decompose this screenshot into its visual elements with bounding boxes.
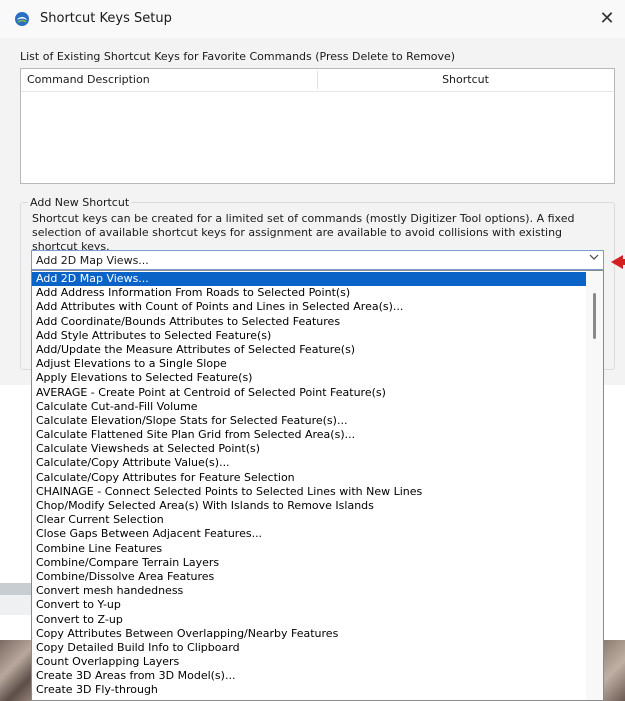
- dropdown-option[interactable]: Close Gaps Between Adjacent Features...: [32, 527, 586, 541]
- dropdown-option[interactable]: Add Coordinate/Bounds Attributes to Sele…: [32, 315, 586, 329]
- dropdown-option[interactable]: Combine/Compare Terrain Layers: [32, 556, 586, 570]
- window-title: Shortcut Keys Setup: [40, 11, 172, 26]
- dropdown-option[interactable]: Count Overlapping Layers: [32, 655, 586, 669]
- dropdown-option[interactable]: Add Address Information From Roads to Se…: [32, 286, 586, 300]
- dropdown-option[interactable]: Copy Attributes Between Overlapping/Near…: [32, 627, 586, 641]
- dropdown-option[interactable]: Add Attributes with Count of Points and …: [32, 300, 586, 314]
- column-header-shortcut[interactable]: Shortcut: [317, 73, 614, 86]
- dropdown-option[interactable]: Calculate Cut-and-Fill Volume: [32, 400, 586, 414]
- add-new-shortcut-label: Add New Shortcut: [28, 196, 132, 209]
- scrollbar-thumb[interactable]: [593, 293, 596, 339]
- dropdown-option[interactable]: Calculate/Copy Attributes for Feature Se…: [32, 471, 586, 485]
- dropdown-option[interactable]: AVERAGE - Create Point at Centroid of Se…: [32, 386, 586, 400]
- dropdown-option[interactable]: Calculate Elevation/Slope Stats for Sele…: [32, 414, 586, 428]
- close-button[interactable]: ✕: [592, 4, 622, 34]
- annotation-arrow-tail: [621, 259, 625, 265]
- dropdown-option[interactable]: Add/Update the Measure Attributes of Sel…: [32, 343, 586, 357]
- add-new-shortcut-description: Shortcut keys can be created for a limit…: [32, 212, 575, 253]
- title-bar[interactable]: Shortcut Keys Setup ✕: [0, 0, 625, 38]
- dropdown-scrollbar[interactable]: [586, 271, 603, 700]
- dropdown-option[interactable]: Create 3D Areas from 3D Model(s)...: [32, 669, 586, 683]
- dropdown-option[interactable]: Combine Line Features: [32, 542, 586, 556]
- dropdown-option[interactable]: CHAINAGE - Connect Selected Points to Se…: [32, 485, 586, 499]
- existing-shortcuts-caption: List of Existing Shortcut Keys for Favor…: [20, 50, 456, 63]
- list-header: Command Description Shortcut: [21, 69, 614, 92]
- dropdown-option[interactable]: Copy Detailed Build Info to Clipboard: [32, 641, 586, 655]
- command-select-value: Add 2D Map Views...: [36, 254, 149, 267]
- background-image: [603, 640, 625, 701]
- existing-shortcuts-list[interactable]: Command Description Shortcut: [20, 68, 615, 184]
- dropdown-option[interactable]: Adjust Elevations to a Single Slope: [32, 357, 586, 371]
- dropdown-items: Add 2D Map Views... Add Address Informati…: [32, 272, 586, 698]
- dropdown-option[interactable]: Convert to Z-up: [32, 613, 586, 627]
- dropdown-option[interactable]: Add 2D Map Views...: [32, 272, 586, 287]
- command-dropdown-list[interactable]: Add 2D Map Views... Add Address Informati…: [31, 270, 604, 701]
- command-select[interactable]: Add 2D Map Views...: [31, 250, 604, 270]
- dropdown-option[interactable]: Add Style Attributes to Selected Feature…: [32, 329, 586, 343]
- dropdown-option[interactable]: Calculate Viewsheds at Selected Point(s): [32, 442, 586, 456]
- dropdown-option[interactable]: Combine/Dissolve Area Features: [32, 570, 586, 584]
- dropdown-option[interactable]: Create 3D Fly-through: [32, 683, 586, 697]
- dropdown-option[interactable]: Convert mesh handedness: [32, 584, 586, 598]
- dropdown-option[interactable]: Apply Elevations to Selected Feature(s): [32, 371, 586, 385]
- dropdown-option[interactable]: Chop/Modify Selected Area(s) With Island…: [32, 499, 586, 513]
- app-logo-icon: [15, 12, 29, 26]
- dropdown-option[interactable]: Clear Current Selection: [32, 513, 586, 527]
- dropdown-option[interactable]: Calculate Flattened Site Plan Grid from …: [32, 428, 586, 442]
- dropdown-option[interactable]: Calculate/Copy Attribute Value(s)...: [32, 456, 586, 470]
- chevron-down-icon[interactable]: [589, 252, 599, 265]
- dropdown-option[interactable]: Convert to Y-up: [32, 598, 586, 612]
- column-header-command-description[interactable]: Command Description: [27, 73, 150, 86]
